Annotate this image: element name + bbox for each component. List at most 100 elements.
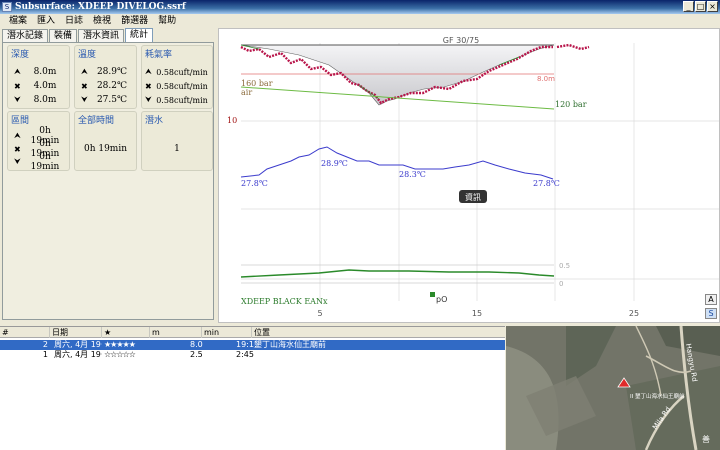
total-time-value: 0h 19min bbox=[83, 144, 128, 154]
avg-icon: ✖ bbox=[14, 144, 21, 154]
dive-site-marker-label: II 墾丁山海水仙王廟前 bbox=[630, 392, 685, 400]
depth-avg-row: ✖ 4.0m bbox=[14, 80, 66, 92]
depth-max-value: 8.0m bbox=[33, 67, 57, 77]
min-icon: ⮟ bbox=[14, 95, 21, 104]
column-number[interactable]: # bbox=[0, 327, 50, 338]
info-panel: 潛水記錄 裝備 潛水資訊 統計 深度 ⮝ 8.0m ✖ 4.0m ⮟ 8.0m 溫度 … bbox=[0, 28, 216, 323]
dive-rating[interactable]: ☆☆☆☆☆ bbox=[104, 350, 150, 360]
sac-max-value: 0.58cuft/min bbox=[156, 67, 208, 77]
maximize-button[interactable]: □ bbox=[695, 1, 706, 12]
dive-rating[interactable]: ★★★★★ bbox=[104, 340, 150, 350]
depth-profile-area bbox=[240, 44, 555, 106]
duration-min-row: ⮟ 0h 19min bbox=[14, 152, 66, 172]
dive-site-map[interactable]: Hangyu Rd Mila Rd 善 II 墾丁山海水仙王廟前 bbox=[506, 326, 720, 450]
menu-file[interactable]: 檔案 bbox=[4, 14, 32, 28]
po2-line bbox=[240, 269, 555, 278]
start-pressure-label: 160 bar bbox=[241, 79, 273, 88]
sac-group: 耗氣率 ⮝ 0.58cuft/min ✖ 0.58cuft/min ⮟ 0.58cuf… bbox=[141, 45, 213, 109]
column-rating[interactable]: ★ bbox=[102, 327, 150, 338]
dive-list-row[interactable]: 2 周六, 4月 19··· ★★★★★ 8.0 19:11 墾丁山海水仙王廟前 bbox=[0, 340, 505, 350]
temp-start-label: 27.8℃ bbox=[241, 179, 268, 188]
tab-dive-notes[interactable]: 潛水記錄 bbox=[2, 29, 49, 42]
dive-list: # 日期 ★ m min 位置 2 周六, 4月 19··· ★★★★★ 8.0… bbox=[0, 326, 505, 450]
menu-import[interactable]: 匯入 bbox=[32, 14, 60, 28]
dive-location bbox=[254, 350, 454, 360]
menu-view[interactable]: 檢視 bbox=[88, 14, 116, 28]
sac-max-row: ⮝ 0.58cuft/min bbox=[145, 66, 209, 78]
sac-min-row: ⮟ 0.58cuft/min bbox=[145, 94, 209, 106]
duration-group-title: 區間 bbox=[11, 116, 30, 126]
avg-icon: ✖ bbox=[14, 81, 21, 91]
menu-log[interactable]: 日誌 bbox=[60, 14, 88, 28]
temperature-group-title: 溫度 bbox=[78, 50, 97, 60]
tab-statistics[interactable]: 統計 bbox=[125, 28, 154, 42]
temp-mid-label: 28.3℃ bbox=[399, 170, 426, 179]
statistics-area: 深度 ⮝ 8.0m ✖ 4.0m ⮟ 8.0m 溫度 ⮝ 28.9℃ ✖ 28.2℃ ⮟ 2… bbox=[2, 42, 214, 320]
sac-avg-row: ✖ 0.58cuft/min bbox=[145, 80, 209, 92]
window-title: Subsurface: XDEEP DIVELOG.ssrf bbox=[15, 2, 186, 12]
tab-equipment[interactable]: 裝備 bbox=[49, 29, 78, 42]
ruler-toggle-button[interactable]: A bbox=[705, 294, 717, 305]
dive-profile-chart: GF 30/75 8.0m 160 bar air 120 bar 10 27.… bbox=[227, 36, 719, 318]
sac-min-value: 0.58cuft/min bbox=[156, 95, 208, 105]
temp-avg-row: ✖ 28.2℃ bbox=[81, 80, 133, 92]
time-tick-15: 15 bbox=[472, 309, 482, 318]
depth-axis-label: 10 bbox=[227, 116, 237, 125]
info-button[interactable]: 資訊 bbox=[459, 190, 487, 203]
depth-group: 深度 ⮝ 8.0m ✖ 4.0m ⮟ 8.0m bbox=[7, 45, 70, 109]
dives-count-value: 1 bbox=[174, 144, 180, 154]
subsurface-window: S Subsurface: XDEEP DIVELOG.ssrf _ □ × 檔… bbox=[0, 0, 720, 450]
temp-max-label: 28.9℃ bbox=[321, 159, 348, 168]
time-tick-25: 25 bbox=[629, 309, 639, 318]
temp-min-value: 27.5℃ bbox=[96, 95, 128, 105]
dive-location: 墾丁山海水仙王廟前 bbox=[254, 340, 326, 349]
min-icon: ⮟ bbox=[14, 157, 21, 166]
sac-group-title: 耗氣率 bbox=[145, 50, 173, 60]
po-marker-label: pO bbox=[436, 295, 447, 304]
dive-date: 周六, 4月 19··· bbox=[54, 350, 102, 359]
column-depth[interactable]: m bbox=[150, 327, 202, 338]
menu-help[interactable]: 幫助 bbox=[153, 14, 181, 28]
grid-lines bbox=[241, 43, 719, 301]
dive-duration: 19:11 bbox=[236, 340, 256, 349]
column-duration[interactable]: min bbox=[202, 327, 252, 338]
depth-avg-value: 4.0m bbox=[33, 81, 57, 91]
min-icon: ⮟ bbox=[81, 95, 88, 104]
menu-bar: 檔案 匯入 日誌 檢視 篩選器 幫助 bbox=[0, 14, 720, 28]
dive-depth: 8.0 bbox=[190, 340, 203, 349]
temp-end-label: 27.8℃ bbox=[533, 179, 560, 188]
dive-profile-panel[interactable]: GF 30/75 8.0m 160 bar air 120 bar 10 27.… bbox=[218, 28, 720, 323]
tab-dive-info[interactable]: 潛水資訊 bbox=[78, 29, 125, 42]
duration-group: 區間 ⮝ 0h 19min ✖ 0h 19min ⮟ 0h 19min bbox=[7, 111, 70, 172]
depth-min-row: ⮟ 8.0m bbox=[14, 94, 66, 106]
duration-min-value: 0h 19min bbox=[30, 152, 60, 172]
temp-min-row: ⮟ 27.5℃ bbox=[81, 94, 133, 106]
gas-name-label: air bbox=[241, 88, 252, 97]
title-bar: S Subsurface: XDEEP DIVELOG.ssrf _ □ × bbox=[0, 0, 720, 14]
temperature-group: 溫度 ⮝ 28.9℃ ✖ 28.2℃ ⮟ 27.5℃ bbox=[74, 45, 137, 109]
column-date[interactable]: 日期 bbox=[50, 327, 102, 338]
dive-number: 2 bbox=[42, 340, 48, 349]
dive-list-row[interactable]: 1 周六, 4月 19··· ☆☆☆☆☆ 2.5 2:45 bbox=[0, 350, 505, 360]
column-location[interactable]: 位置 bbox=[252, 327, 505, 338]
depth-trail bbox=[556, 43, 590, 51]
avg-icon: ✖ bbox=[81, 81, 88, 91]
info-tabs: 潛水記錄 裝備 潛水資訊 統計 bbox=[2, 28, 154, 42]
close-button[interactable]: × bbox=[707, 1, 718, 12]
menu-filter[interactable]: 篩選器 bbox=[116, 14, 153, 28]
min-icon: ⮟ bbox=[145, 95, 152, 104]
po2-tick-zero: 0 bbox=[559, 280, 563, 288]
total-time-group: 全部時間 0h 19min bbox=[74, 111, 137, 171]
depth-group-title: 深度 bbox=[11, 50, 30, 60]
temperature-line bbox=[240, 146, 554, 180]
total-time-row: 0h 19min bbox=[78, 143, 133, 155]
temp-max-row: ⮝ 28.9℃ bbox=[81, 66, 133, 78]
depth-min-value: 8.0m bbox=[33, 95, 57, 105]
dive-depth: 2.5 bbox=[190, 350, 203, 359]
scale-toggle-button[interactable]: S bbox=[705, 308, 717, 319]
avg-icon: ✖ bbox=[145, 81, 152, 91]
max-icon: ⮝ bbox=[81, 67, 88, 76]
dives-group-title: 潛水 bbox=[145, 116, 164, 126]
minimize-button[interactable]: _ bbox=[683, 1, 694, 12]
road-label-shan: 善 bbox=[702, 434, 710, 444]
